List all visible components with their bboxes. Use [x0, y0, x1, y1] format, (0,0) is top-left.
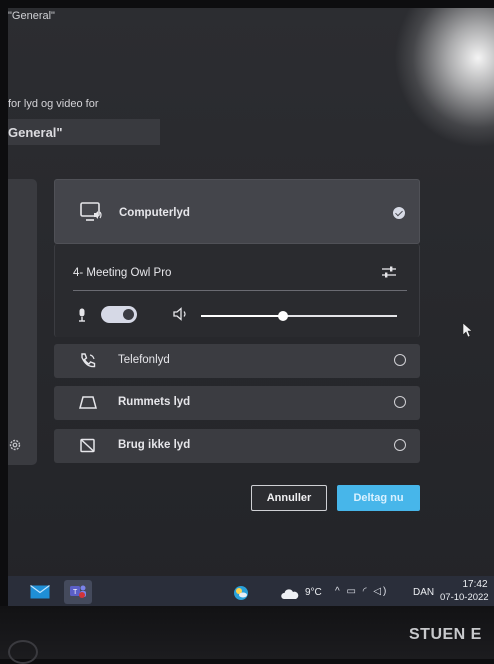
option-phone-audio-label: Telefonlyd — [118, 354, 170, 366]
device-panel: 4- Meeting Owl Pro — [54, 244, 420, 337]
cloud-icon — [280, 587, 300, 599]
hp-logo-icon — [8, 640, 38, 664]
microphone-icon — [77, 308, 87, 322]
device-divider — [73, 290, 407, 291]
toggle-knob — [123, 309, 134, 320]
teams-taskbar-button[interactable]: T — [64, 580, 92, 604]
device-name: 4- Meeting Owl Pro — [73, 267, 172, 279]
join-now-button[interactable]: Deltag nu — [337, 485, 420, 511]
channel-name-text: General" — [8, 124, 63, 140]
channel-name: General" — [8, 119, 160, 145]
clock-time[interactable]: 17:42 — [456, 579, 494, 590]
teams-icon: T — [69, 583, 87, 599]
mail-icon[interactable] — [30, 585, 50, 599]
microphone-toggle[interactable] — [101, 306, 137, 323]
clock-date[interactable]: 07-10-2022 — [440, 592, 489, 603]
video-preview-panel — [8, 179, 37, 465]
dialog-subtitle: for lyd og video for — [8, 98, 99, 110]
phone-audio-radio[interactable] — [394, 354, 406, 366]
option-room-audio-label: Rummets lyd — [118, 396, 191, 408]
taskbar: T 9°C ^ ▭ ◜ ◁) DAN 17:42 07-10-2022 — [8, 576, 494, 606]
option-computer-audio[interactable]: Computerlyd — [54, 179, 420, 244]
volume-slider-thumb[interactable] — [278, 311, 289, 321]
option-room-audio[interactable]: Rummets lyd — [54, 386, 420, 420]
svg-text:T: T — [73, 589, 78, 596]
phone-audio-icon — [79, 353, 97, 369]
option-no-audio[interactable]: Brug ikke lyd — [54, 429, 420, 463]
language-indicator[interactable]: DAN — [413, 587, 434, 598]
volume-slider-fill — [201, 315, 284, 317]
option-phone-audio[interactable]: Telefonlyd — [54, 344, 420, 378]
computer-audio-icon — [80, 202, 104, 224]
widget-icon[interactable] — [233, 585, 249, 601]
screen-glare — [394, 8, 494, 148]
sliders-settings-icon[interactable] — [381, 264, 397, 280]
room-audio-icon — [79, 395, 97, 411]
no-audio-radio[interactable] — [394, 439, 406, 451]
window-title: "General" — [8, 10, 55, 22]
computer-audio-radio[interactable] — [393, 207, 405, 219]
temperature-text: 9°C — [305, 587, 322, 598]
system-tray-icons[interactable]: ^ ▭ ◜ ◁) — [335, 586, 388, 597]
volume-slider[interactable] — [201, 311, 397, 321]
speaker-icon — [173, 307, 189, 321]
option-no-audio-label: Brug ikke lyd — [118, 439, 191, 451]
no-audio-icon — [79, 438, 97, 454]
cancel-button[interactable]: Annuller — [251, 485, 327, 511]
gear-icon[interactable] — [8, 438, 22, 452]
screen: "General" for lyd og video for General" … — [8, 8, 494, 606]
option-computer-audio-label: Computerlyd — [119, 207, 190, 219]
monitor-label: STUEN E — [409, 626, 482, 643]
mouse-cursor-icon — [462, 322, 473, 338]
room-audio-radio[interactable] — [394, 396, 406, 408]
